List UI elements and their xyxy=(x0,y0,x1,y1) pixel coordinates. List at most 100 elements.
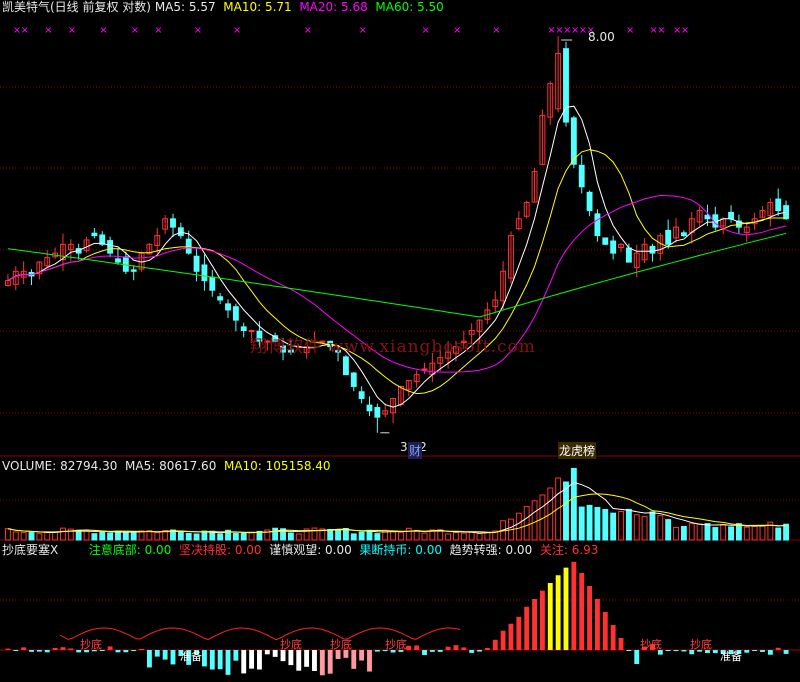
indicator-bar xyxy=(587,586,593,650)
indicator-bar xyxy=(469,650,475,653)
indicator-bar xyxy=(312,650,317,671)
dragon-tiger-tag[interactable]: 龙虎榜 xyxy=(558,442,597,459)
volume-bar xyxy=(358,531,365,541)
volume-bar xyxy=(515,512,522,541)
volume-bar xyxy=(531,500,538,541)
candle-body xyxy=(728,211,734,220)
volume-bar xyxy=(476,533,483,541)
indicator-bar xyxy=(217,650,223,670)
volume-bar xyxy=(641,515,648,541)
volume-bar xyxy=(680,525,687,541)
indicator-bar xyxy=(272,650,278,657)
ma60-readout: MA60: 5.50 xyxy=(375,0,444,14)
indicator-bar xyxy=(146,650,152,668)
indicator-bar xyxy=(665,650,671,651)
indicator-bar xyxy=(484,647,490,650)
indicator-bar xyxy=(225,650,231,675)
volume-bar xyxy=(28,532,35,541)
indicator-bar xyxy=(775,647,781,650)
indicator-bar xyxy=(52,647,58,650)
candle-body xyxy=(193,255,200,272)
volume-bar xyxy=(618,510,624,541)
signal-mark: × xyxy=(21,25,29,36)
volume-bar xyxy=(193,533,200,541)
volume-bar xyxy=(20,532,27,541)
ma60-line xyxy=(7,232,787,318)
volume-bar xyxy=(625,508,632,541)
volume-bar xyxy=(83,530,90,541)
indicator-bar xyxy=(123,650,129,653)
signal-mark: × xyxy=(681,25,689,36)
volume-bar xyxy=(712,527,719,541)
indicator-bar xyxy=(343,650,349,658)
volume-bar xyxy=(578,506,585,541)
volume-bar xyxy=(563,481,569,541)
volume-bar xyxy=(272,527,279,541)
indicator-bar xyxy=(280,650,286,662)
volume-bar xyxy=(75,529,82,541)
candle-body xyxy=(680,232,687,237)
indicator-item-cautious: 谨慎观望: 0.00 xyxy=(269,543,352,557)
indicator-item-bottom-watch: 注意底部: 0.00 xyxy=(88,543,172,557)
volume-bar xyxy=(673,526,679,541)
indicator-bar xyxy=(767,650,773,655)
indicator-bar xyxy=(414,645,420,650)
volume-bar xyxy=(107,532,114,541)
finance-tag[interactable]: 财 xyxy=(408,442,423,459)
volume-bar xyxy=(185,532,192,541)
indicator-bar xyxy=(563,567,569,650)
volume-bar xyxy=(52,531,59,541)
volume-bar xyxy=(240,532,247,541)
indicator-bar xyxy=(170,650,176,665)
volume-readout: VOLUME: 82794.30 xyxy=(2,459,118,473)
volume-bar xyxy=(248,531,255,541)
volume-bar xyxy=(397,531,404,541)
volume-bar xyxy=(99,530,106,541)
candle-body xyxy=(350,372,357,387)
candle-body xyxy=(374,407,381,418)
signal-mark: × xyxy=(304,25,312,36)
indicator-bar xyxy=(367,650,372,672)
volume-bar xyxy=(4,528,11,541)
volume-bar xyxy=(311,527,318,541)
volume-bar xyxy=(366,529,373,541)
volume-bar xyxy=(287,532,294,541)
volume-bar xyxy=(421,532,428,541)
indicator-bar xyxy=(547,583,553,650)
indicator-bar xyxy=(21,647,27,650)
indicator-bar xyxy=(351,650,357,669)
indicator-bar xyxy=(492,639,498,650)
candle-body xyxy=(775,198,782,212)
volume-bar xyxy=(735,523,742,541)
volume-bar xyxy=(602,509,609,541)
volume-bar xyxy=(460,532,467,541)
indicator-bar xyxy=(461,647,467,650)
candle-body xyxy=(107,240,114,254)
volume-bar xyxy=(594,506,601,541)
indicator-bar xyxy=(445,646,451,650)
volume-bar xyxy=(44,531,51,541)
indicator-bar xyxy=(115,650,121,653)
signal-mark: × xyxy=(154,25,162,36)
volume-bar xyxy=(751,525,758,541)
candle-body xyxy=(586,191,593,212)
indicator-bar xyxy=(44,650,50,653)
volume-bar xyxy=(60,527,66,541)
candle-body xyxy=(115,258,121,263)
indicator-bar xyxy=(453,645,459,650)
volume-bar xyxy=(36,533,43,541)
volume-bar xyxy=(688,523,695,541)
indicator-bar xyxy=(201,650,207,667)
indicator-bar xyxy=(374,650,380,652)
indicator-bar xyxy=(539,590,545,650)
volume-bar xyxy=(649,511,656,541)
indicator-bar xyxy=(422,650,427,655)
signal-mark: × xyxy=(44,25,52,36)
volume-ma5-readout: MA5: 80617.60 xyxy=(125,459,217,473)
candle-body xyxy=(201,264,208,282)
indicator-bar xyxy=(29,650,34,652)
indicator-bar xyxy=(406,645,412,650)
indicator-bar xyxy=(319,650,325,676)
indicator-bar xyxy=(304,650,310,667)
indicator-item-focus: 关注: 6.93 xyxy=(539,543,599,557)
